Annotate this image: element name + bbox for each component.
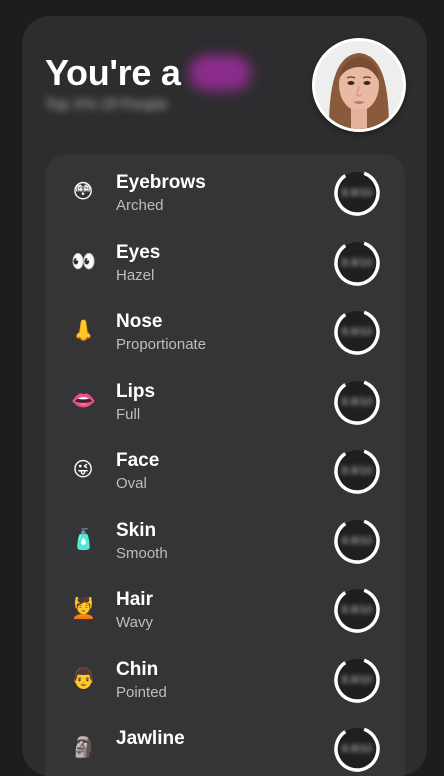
feature-name: Jawline — [116, 728, 185, 749]
feature-name: Eyes — [116, 241, 161, 263]
feature-emoji-icon: 💆 — [71, 598, 96, 620]
feature-description: Pointed — [116, 683, 167, 701]
feature-row-lips: 👄 Lips Full 8.8/10 — [45, 369, 405, 433]
blurred-score: 8.8/10 — [341, 673, 373, 686]
feature-row-nose: 👃 Nose Proportionate 8.8/10 — [45, 299, 405, 363]
score-ring: 8.8/10 — [333, 656, 381, 704]
score-ring: 8.8/10 — [333, 378, 381, 426]
blurred-score: 8.8/10 — [341, 395, 373, 408]
blurred-rating-tag — [188, 55, 251, 91]
feature-description: Smooth — [116, 544, 168, 562]
feature-name: Face — [116, 450, 160, 471]
blurred-score: 8.8/10 — [341, 326, 373, 338]
score-ring: 8.8/10 — [333, 586, 381, 634]
feature-name: Nose — [116, 311, 163, 332]
results-card: You're a Top X% Of People 😳 Eyebrows Arche… — [22, 16, 427, 776]
feature-name: Eyebrows — [116, 172, 206, 193]
feature-emoji-icon: 🗿 — [71, 737, 96, 759]
blurred-score: 8.8/10 — [341, 256, 373, 269]
feature-row-jawline: 🗿 Jawline 8.8/10 — [45, 716, 405, 776]
feature-description: Arched — [116, 197, 164, 214]
feature-description: Full — [116, 405, 141, 423]
feature-row-eyes: 👀 Eyes Hazel 8.8/10 — [45, 230, 405, 294]
feature-row-skin: 🧴 Skin Smooth 8.8/10 — [45, 508, 405, 572]
score-ring: 8.8/10 — [333, 239, 381, 287]
blurred-score: 8.8/10 — [341, 743, 373, 755]
score-ring: 8.8/10 — [333, 308, 381, 356]
face-photo-icon — [315, 41, 403, 129]
title-text: You're a — [45, 52, 181, 93]
feature-description: Oval — [116, 475, 147, 492]
feature-description: Wavy — [116, 614, 153, 631]
feature-emoji-icon: 👨 — [71, 667, 96, 690]
feature-emoji-icon: 🧴 — [71, 528, 96, 551]
score-ring: 8.8/10 — [333, 517, 381, 565]
feature-row-eyebrows: 😳 Eyebrows Arched 8.8/10 — [45, 160, 405, 224]
feature-emoji-icon: 👃 — [71, 320, 96, 342]
blurred-subtitle: Top X% Of People — [45, 96, 168, 113]
feature-row-face: 😜 Face Oval 8.8/10 — [45, 438, 405, 502]
feature-description: Proportionate — [116, 336, 207, 353]
feature-description: Hazel — [116, 266, 155, 284]
score-ring: 8.8/10 — [333, 169, 381, 217]
feature-name: Hair — [116, 589, 153, 610]
score-ring: 8.8/10 — [333, 725, 381, 773]
page-title: You're a — [45, 52, 251, 94]
feature-name: Skin — [116, 519, 157, 541]
feature-row-chin: 👨 Chin Pointed 8.8/10 — [45, 647, 405, 711]
score-ring: 8.8/10 — [333, 447, 381, 495]
feature-name: Chin — [116, 658, 159, 680]
feature-list: 😳 Eyebrows Arched 8.8/10 👀 Eyes Hazel 8.8/10 👃 No… — [45, 154, 405, 776]
blurred-score: 8.8/10 — [341, 604, 373, 616]
profile-photo — [312, 38, 406, 132]
feature-row-hair: 💆 Hair Wavy 8.8/10 — [45, 577, 405, 641]
feature-emoji-icon: 👀 — [71, 250, 96, 273]
blurred-score: 8.8/10 — [341, 187, 373, 199]
feature-emoji-icon: 👄 — [71, 389, 96, 412]
feature-emoji-icon: 😜 — [72, 459, 94, 481]
feature-name: Lips — [116, 380, 156, 402]
blurred-score: 8.8/10 — [341, 534, 373, 547]
blurred-score: 8.8/10 — [341, 465, 373, 477]
feature-emoji-icon: 😳 — [72, 181, 94, 203]
